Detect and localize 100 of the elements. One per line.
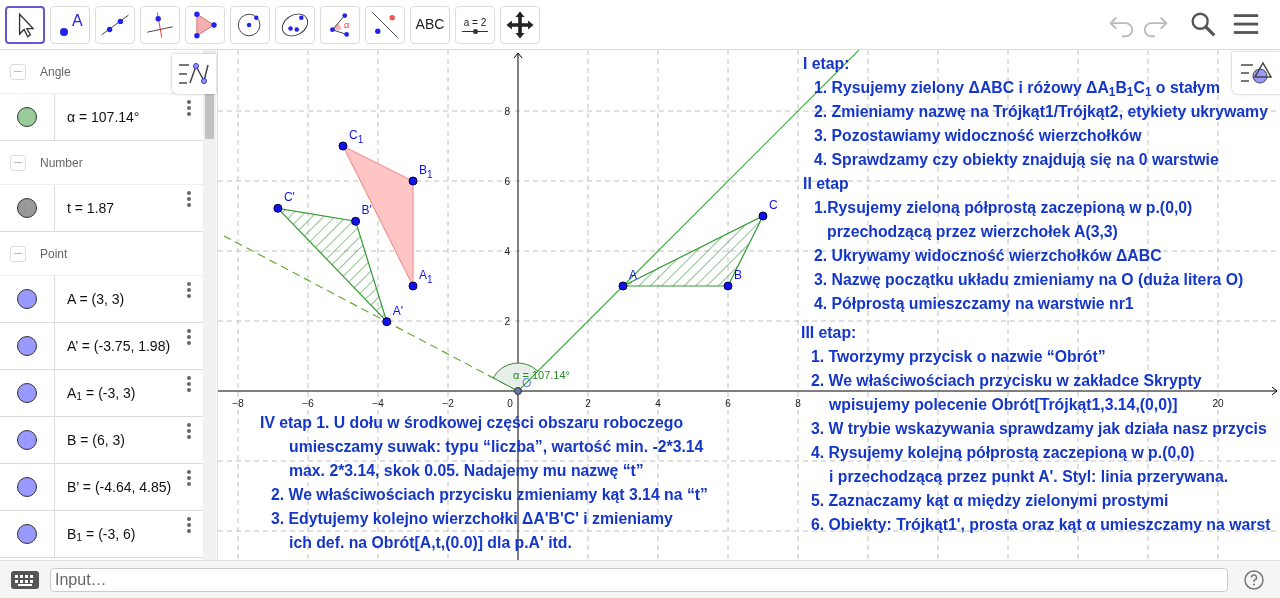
algebra-value[interactable]: α = 107.14° xyxy=(67,106,140,128)
collapse-toggle[interactable] xyxy=(10,154,26,171)
point-label: C$_{1}$ xyxy=(349,128,364,145)
group-header: Point xyxy=(40,245,68,263)
point-label: B$_{1}$ xyxy=(419,163,433,180)
point[interactable] xyxy=(273,203,283,213)
angle-tool-button[interactable]: α xyxy=(320,5,360,44)
axis-tick-label: 2 xyxy=(585,398,591,409)
more-icon[interactable] xyxy=(187,282,191,298)
instruction-line: 4. Półprostą umieszczamy na warstwie nr1 xyxy=(813,294,1134,314)
more-icon[interactable] xyxy=(187,376,191,392)
instruction-line: max. 2*3.14, skok 0.05. Nadajemy mu nazwę “t” xyxy=(288,461,644,481)
point[interactable] xyxy=(723,281,733,291)
instruction-line: 4. Sprawdzamy czy obiekty znajdują się na 0 warstwie xyxy=(813,150,1219,170)
axis-tick-label: 6 xyxy=(725,398,731,409)
instruction-line: 3. Nazwę początku układu zmieniamy na O (duża litera O) xyxy=(813,270,1244,290)
point-label: B' xyxy=(361,203,372,218)
point-label: C xyxy=(769,198,778,212)
axis-tick-label: 8 xyxy=(795,398,801,409)
stage-heading: II etap xyxy=(803,174,849,194)
input-field[interactable]: Input… xyxy=(50,567,1228,592)
collapse-toggle[interactable] xyxy=(10,63,26,80)
point[interactable] xyxy=(338,141,348,151)
line-tool-button[interactable] xyxy=(95,5,135,44)
axis-tick-label: −2 xyxy=(442,398,454,409)
move-tool-button[interactable] xyxy=(5,5,45,44)
axis-tick-label: −4 xyxy=(372,398,384,409)
point[interactable] xyxy=(351,216,361,226)
point-tool-button[interactable]: A xyxy=(50,5,90,44)
instruction-line: i przechodzącą przez punkt A'. Styl: linia przerywana. xyxy=(828,467,1229,487)
axis-tick-label: −8 xyxy=(232,398,244,409)
more-icon[interactable] xyxy=(187,329,191,345)
point[interactable] xyxy=(618,281,628,291)
more-icon[interactable] xyxy=(187,191,191,207)
keyboard-icon[interactable] xyxy=(11,570,39,589)
algebra-value[interactable]: A$_{1}$ = (-3, 3) xyxy=(67,382,136,404)
stage-heading: III etap: xyxy=(801,323,857,343)
axis-tick-label: 4 xyxy=(655,398,661,409)
instruction-line: 2. We właściwościach przycisku zmieniamy kąt 3.14 na “t” xyxy=(270,485,708,505)
instruction-line: 4. Rysujemy kolejną półprostą zaczepioną w p.(0,0) xyxy=(810,443,1195,463)
conic-tool-button[interactable] xyxy=(275,5,315,44)
reflect-tool-button[interactable] xyxy=(365,5,405,44)
axis-tick-label: 8 xyxy=(504,106,510,117)
instruction-line: 2. Zmieniamy nazwę na Trójkąt1/Trójkąt2, etykiety ukrywamy xyxy=(813,102,1268,122)
style-bar-button[interactable] xyxy=(1232,52,1280,94)
point-icon xyxy=(59,26,69,37)
point-label: A$_{1}$ xyxy=(419,268,433,285)
algebra-value[interactable]: t = 1.87 xyxy=(67,197,115,219)
axis-tick-label: 6 xyxy=(504,176,510,187)
circle-tool-button[interactable] xyxy=(230,5,270,44)
instruction-line: 3. Pozostawiamy widoczność wierzchołków xyxy=(813,126,1142,146)
text-tool-button[interactable]: ABC xyxy=(410,5,450,44)
instruction-line: 5. Zaznaczamy kąt α między zielonymi prostymi xyxy=(810,491,1169,511)
algebra-value[interactable]: A’ = (-3.75, 1.98) xyxy=(67,335,171,357)
graphics-style-icon xyxy=(1239,60,1273,86)
algebra-value[interactable]: B = (6, 3) xyxy=(67,429,125,451)
point-label: A' xyxy=(392,303,404,318)
group-header: Number xyxy=(40,154,83,172)
point[interactable] xyxy=(408,281,418,291)
instruction-line: 1.Rysujemy zieloną półprostą zaczepioną w p.(0,0) xyxy=(813,198,1193,218)
collapse-toggle[interactable] xyxy=(10,245,26,262)
instruction-line: przechodzącą przez wierzchołek A(3,3) xyxy=(826,222,1118,242)
style-bar-button[interactable] xyxy=(172,54,216,94)
scrollbar-thumb[interactable] xyxy=(205,94,214,139)
instruction-line: 3. Edytujemy kolejno wierzchołki ΔA'B'C' i zmieniamy xyxy=(270,509,673,529)
point[interactable] xyxy=(408,176,418,186)
algebra-value[interactable]: A = (3, 3) xyxy=(67,288,125,310)
point-label: C' xyxy=(283,190,295,205)
axis-tick-label: 0 xyxy=(507,398,513,409)
instruction-line: 6. Obiekty: Trójkąt1', prosta oraz kąt α umieszczamy na warst xyxy=(810,515,1271,535)
instruction-line: 3. W trybie wskazywania sprawdzamy jak działa nasz przycis xyxy=(810,419,1267,439)
instruction-line: umiesczamy suwak: typu “liczba”, wartość min. -2*3.14 xyxy=(288,437,704,457)
instruction-line: 2. Ukrywamy widoczność wierzchołków ΔABC xyxy=(813,246,1162,266)
axis-tick-label: 4 xyxy=(504,246,510,257)
help-icon[interactable] xyxy=(1244,569,1264,590)
axis-tick-label: 20 xyxy=(1212,398,1224,409)
more-icon[interactable] xyxy=(187,517,191,533)
perpendicular-tool-button[interactable] xyxy=(140,5,180,44)
point[interactable] xyxy=(758,211,768,221)
group-header: Angle xyxy=(40,63,71,81)
algebra-value[interactable]: B$_{1}$ = (-3, 6) xyxy=(67,523,136,545)
origin-point[interactable] xyxy=(514,387,522,395)
point[interactable] xyxy=(382,317,392,327)
axis-tick-label: 2 xyxy=(504,316,510,327)
instruction-line: 2. We właściwościach przycisku w zakładce Skrypty xyxy=(810,371,1202,391)
slider-tool-button[interactable]: a = 2 xyxy=(455,5,495,44)
axis-tick-label: −6 xyxy=(302,398,314,409)
more-icon[interactable] xyxy=(187,423,191,439)
more-icon[interactable] xyxy=(187,470,191,486)
instruction-line: 1. Tworzymy przycisk o nazwie “Obrót” xyxy=(810,347,1106,367)
instruction-line: ich def. na Obrót[A,t,(0.0)] dla p.A' itd. xyxy=(288,533,572,553)
pan-tool-button[interactable] xyxy=(500,5,540,44)
stage-heading: I etap: xyxy=(803,54,850,74)
more-icon[interactable] xyxy=(187,100,191,116)
instruction-line: wpisujemy polecenie Obrót[Trójkąt1,3.14,(0,0)] xyxy=(828,395,1178,415)
algebra-style-icon xyxy=(177,61,211,87)
algebra-value[interactable]: B’ = (-4.64, 4.85) xyxy=(67,476,172,498)
point-label: B xyxy=(734,268,742,282)
polygon-tool-button[interactable] xyxy=(185,5,225,44)
stage-heading: IV etap 1. U dołu w środkowej części obszaru roboczego xyxy=(260,413,684,433)
